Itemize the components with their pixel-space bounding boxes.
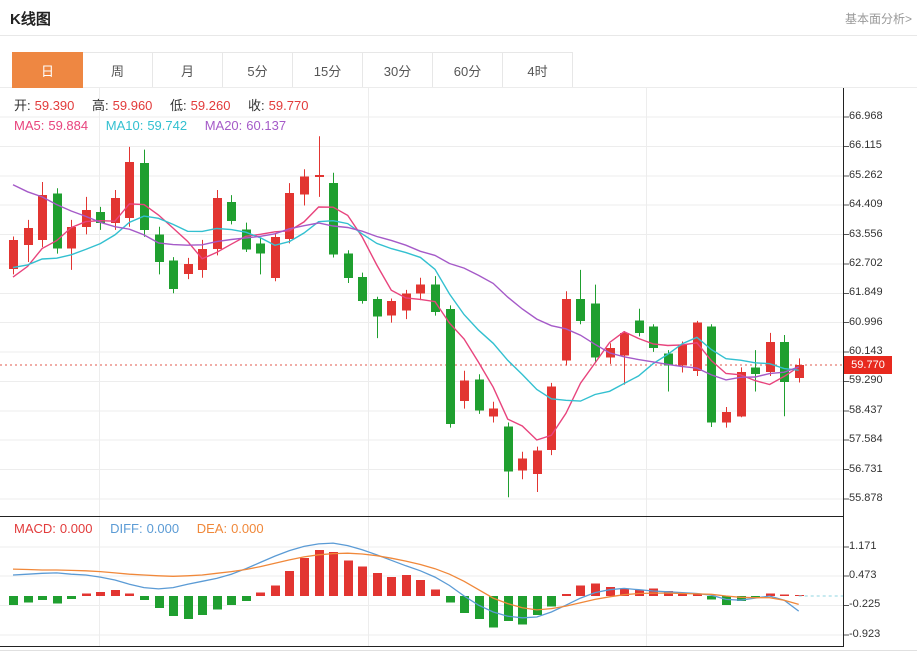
low-value: 59.260 [190, 98, 231, 113]
price-axis-label: 66.968 [849, 110, 883, 122]
price-axis-label: 60.996 [849, 315, 883, 328]
price-axis-label: 55.878 [849, 492, 883, 504]
dea-value: 0.000 [231, 521, 264, 536]
price-axis-label: 57.584 [849, 433, 883, 446]
open-value: 59.390 [34, 98, 75, 113]
macd-bar: MACD: 0.000 DIFF: 0.000 DEA: 0.000 [14, 521, 268, 536]
close-value: 59.770 [268, 98, 309, 113]
macd-axis-label: 0.473 [849, 569, 877, 582]
price-axis-label: 56.731 [849, 462, 883, 475]
price-axis-label: 64.409 [849, 198, 883, 211]
ma-bar: MA5: 59.884 MA10: 59.742 MA20: 60.137 [14, 118, 290, 133]
price-axis-label: 61.849 [849, 286, 883, 299]
diff-value: 0.000 [146, 521, 180, 536]
price-axis-label: 65.262 [849, 168, 883, 181]
high-value: 59.960 [112, 98, 153, 113]
ma10-label: MA10: [105, 118, 144, 133]
macd-axis-label: -0.923 [849, 627, 881, 640]
price-axis-label: 66.115 [849, 139, 882, 152]
macd-axis-label: 1.171 [849, 539, 877, 552]
current-price-badge: 59.770 [844, 355, 892, 374]
macd-label: MACD: [14, 521, 56, 536]
open-label: 开: [14, 98, 31, 113]
price-axis-label: 62.702 [849, 256, 883, 269]
price-axis-label: 58.437 [849, 403, 883, 416]
high-label: 高: [92, 98, 109, 113]
ma5-value: 59.884 [48, 118, 89, 133]
macd-value: 0.000 [59, 521, 93, 536]
close-label: 收: [248, 98, 265, 113]
low-label: 低: [170, 98, 187, 113]
ma10-value: 59.742 [147, 118, 188, 133]
tab-日[interactable]: 日 [12, 52, 83, 88]
price-axis-label: 59.290 [849, 374, 883, 387]
ma20-value: 60.137 [246, 118, 287, 133]
ma20-label: MA20: [204, 118, 243, 133]
macd-axis-label: -0.225 [849, 598, 881, 611]
quote-bar: 开: 59.390 高: 59.960 低: 59.260 收: 59.770 [14, 95, 312, 114]
dea-label: DEA: [196, 521, 228, 536]
kline-widget: K线图 基本面分析> 日周月 5分 15分 30分 60分 4时 开: 59.390 高: 5… [0, 0, 917, 651]
ma5-label: MA5: [14, 118, 45, 133]
diff-label: DIFF: [110, 521, 143, 536]
price-axis-label: 63.556 [849, 227, 883, 240]
